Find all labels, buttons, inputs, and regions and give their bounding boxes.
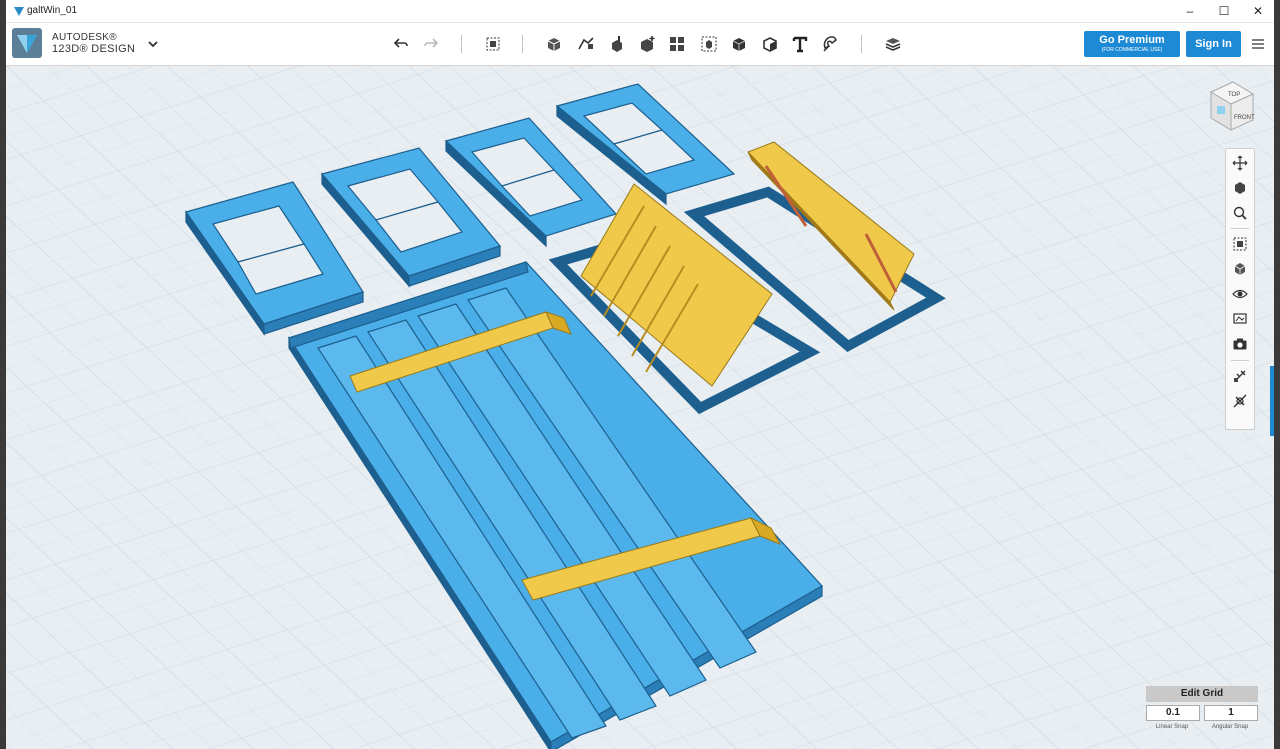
orbit-button[interactable] (1230, 178, 1250, 198)
brand-autodesk: AUTODESK® (52, 32, 117, 43)
viewcube-top-label: TOP (1228, 92, 1240, 98)
visibility-button[interactable] (1230, 284, 1250, 304)
linear-snap-label: Linear Snap (1155, 724, 1189, 730)
materials-icon (1233, 313, 1247, 324)
toolbar-divider (522, 35, 523, 53)
linear-snap-input[interactable]: 0.1 (1146, 705, 1200, 721)
combine-icon (732, 38, 746, 51)
brand-product: 123D® DESIGN (52, 43, 136, 55)
transform-button[interactable] (482, 33, 504, 55)
grouping-icon (701, 36, 717, 52)
angular-snap-label: Angular Snap (1211, 724, 1249, 730)
fit-button[interactable] (1230, 234, 1250, 254)
snap-button[interactable] (819, 33, 841, 55)
redo-button[interactable] (420, 33, 442, 55)
window-titlebar: galtWin_01 – ☐ ✕ (6, 0, 1274, 23)
undo-button[interactable] (390, 33, 412, 55)
app-window: galtWin_01 – ☐ ✕ AUTODESK® 123D® DESIGN (6, 0, 1274, 749)
window-title: galtWin_01 (27, 5, 78, 16)
edit-grid-button[interactable]: Edit Grid (1146, 686, 1258, 702)
settings-icon (1233, 394, 1247, 408)
viewcube-home-icon[interactable] (1217, 106, 1225, 114)
construct-icon (612, 36, 622, 52)
undo-icon (393, 38, 408, 48)
zoom-button[interactable] (1230, 203, 1250, 223)
chevron-down-icon[interactable] (146, 37, 160, 51)
main-toolbar: AUTODESK® 123D® DESIGN Go Premium (FOR C… (6, 23, 1274, 66)
view-mode-button[interactable] (1230, 259, 1250, 279)
sketch-button[interactable] (575, 33, 597, 55)
nav-divider (1231, 360, 1249, 361)
sketch-icon (578, 37, 594, 50)
minimize-button[interactable]: – (1178, 2, 1202, 20)
toolbar-divider (461, 35, 462, 53)
premium-label: Go Premium (1099, 34, 1165, 46)
toolbar-divider (861, 35, 862, 53)
navigation-bar (1225, 148, 1255, 430)
edit-grid-panel: Edit Grid 0.1 1 Linear Snap Angular Snap (1146, 686, 1258, 740)
text-icon (792, 36, 808, 53)
pan-button[interactable] (1230, 153, 1250, 173)
combine-button[interactable] (728, 33, 750, 55)
measure-button[interactable] (759, 33, 781, 55)
zoom-icon (1233, 206, 1247, 220)
snap-tool-icon (1234, 370, 1246, 382)
pattern-icon (670, 37, 684, 51)
workplane-scene[interactable] (6, 66, 1274, 749)
screenshot-button[interactable] (1230, 334, 1250, 354)
sign-in-button[interactable]: Sign In (1186, 31, 1241, 57)
side-panel-tab[interactable] (1270, 366, 1274, 436)
app-logo-icon[interactable] (12, 28, 42, 58)
pan-icon (1232, 155, 1248, 171)
screenshot-icon (1233, 338, 1247, 350)
app-logo-icon (14, 7, 24, 16)
maximize-button[interactable]: ☐ (1212, 2, 1236, 20)
orbit-icon (1235, 182, 1245, 194)
nav-divider (1231, 228, 1249, 229)
materials-button[interactable] (1230, 309, 1250, 329)
modify-button[interactable] (636, 33, 658, 55)
primitives-button[interactable] (543, 33, 565, 55)
premium-sublabel: (FOR COMMERCIAL USE) (1101, 47, 1163, 53)
viewcube-front-label: FRONT (1234, 115, 1255, 121)
angular-snap-input[interactable]: 1 (1204, 705, 1258, 721)
text-button[interactable] (789, 33, 811, 55)
redo-icon (424, 38, 439, 48)
go-premium-button[interactable]: Go Premium (FOR COMMERCIAL USE) (1084, 31, 1180, 57)
visibility-icon (1232, 289, 1248, 299)
view-mode-icon (1234, 263, 1246, 275)
menu-icon[interactable] (1247, 33, 1269, 55)
3d-viewport[interactable]: TOP FRONT Edit Grid 0.1 1 Linear Snap An… (6, 66, 1274, 749)
material-icon (885, 38, 901, 51)
snap-icon (823, 36, 837, 52)
snap-tool-button[interactable] (1230, 366, 1250, 386)
construct-button[interactable] (606, 33, 628, 55)
transform-icon (486, 37, 500, 51)
measure-icon (763, 37, 777, 52)
settings-button[interactable] (1230, 391, 1250, 411)
grouping-button[interactable] (698, 33, 720, 55)
material-button[interactable] (882, 33, 904, 55)
close-button[interactable]: ✕ (1246, 2, 1270, 20)
primitives-icon (547, 38, 561, 51)
modify-icon (641, 36, 655, 52)
fit-icon (1233, 237, 1247, 251)
pattern-button[interactable] (666, 33, 688, 55)
view-cube[interactable]: TOP FRONT (1203, 78, 1259, 134)
